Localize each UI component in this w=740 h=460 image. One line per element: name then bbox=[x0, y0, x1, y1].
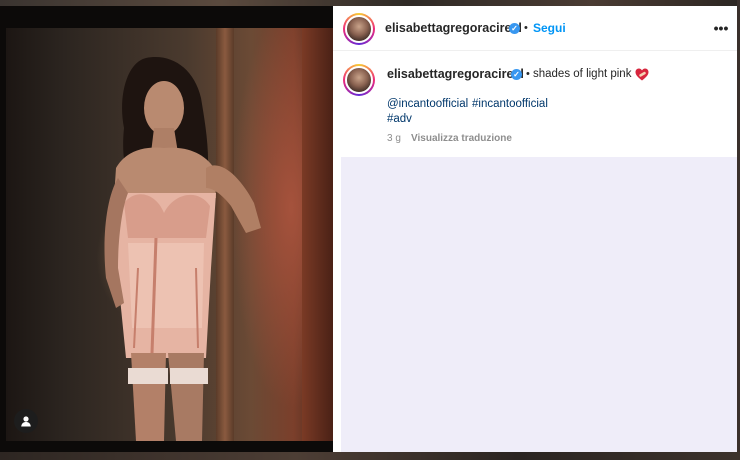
caption-avatar[interactable] bbox=[343, 64, 375, 96]
header-separator: • bbox=[524, 22, 528, 34]
page-backdrop-bottom bbox=[0, 452, 740, 460]
hashtag-incantoofficial[interactable]: #incantoofficial bbox=[472, 98, 548, 110]
see-translation-button[interactable]: Visualizza traduzione bbox=[411, 133, 512, 144]
mention-incantoofficial[interactable]: @incantoofficial bbox=[387, 98, 468, 110]
header-username[interactable]: elisabettagregoracireal bbox=[385, 21, 522, 35]
caption-text: shades of light pink bbox=[533, 68, 632, 80]
tagged-users-button[interactable] bbox=[14, 409, 38, 433]
hashtag-adv[interactable]: #adv bbox=[387, 113, 412, 125]
caption-block: elisabettagregoracireal ✓ • shades of li… bbox=[333, 51, 737, 157]
more-options-icon[interactable]: ••• bbox=[711, 18, 731, 38]
photo-figure bbox=[104, 57, 261, 441]
post-media[interactable] bbox=[0, 6, 333, 452]
post-time-ago[interactable]: 3 g bbox=[387, 133, 401, 144]
heart-with-bandage-icon bbox=[635, 68, 649, 81]
caption-username[interactable]: elisabettagregoracireal bbox=[387, 67, 524, 81]
user-icon bbox=[21, 416, 31, 427]
post-side-panel: elisabettagregoracireal ✓ • Segui ••• el… bbox=[333, 6, 737, 452]
header-avatar[interactable] bbox=[343, 13, 375, 45]
verified-badge-icon: ✓ bbox=[509, 23, 520, 34]
post-photo bbox=[6, 28, 333, 441]
follow-button[interactable]: Segui bbox=[533, 21, 566, 35]
caption-verified-badge-icon: ✓ bbox=[511, 69, 522, 80]
comments-area bbox=[341, 157, 737, 452]
caption-separator: • bbox=[526, 68, 530, 80]
post-header: elisabettagregoracireal ✓ • Segui ••• bbox=[333, 6, 737, 51]
